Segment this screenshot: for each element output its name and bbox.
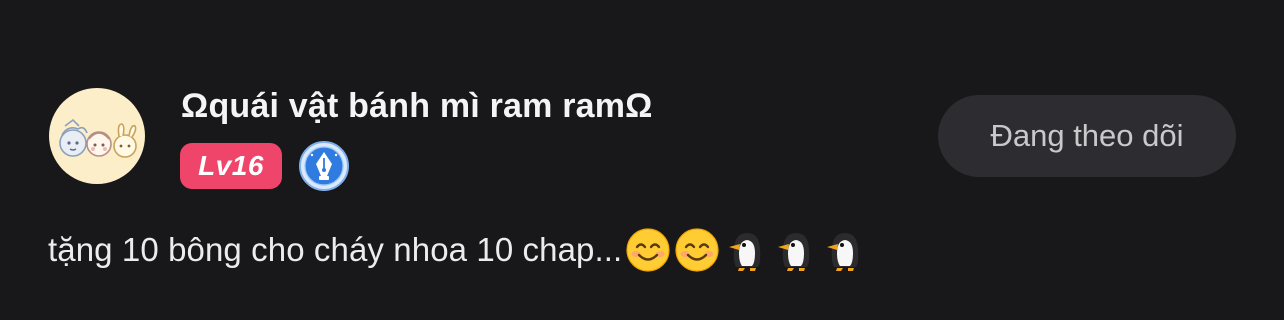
smiling-face-icon: [625, 227, 671, 273]
avatar-doodle-image: [59, 118, 137, 158]
comment-text: tặng 10 bông cho cháy nhoa 10 chap...: [48, 231, 623, 268]
pen-nib-badge-icon: [298, 140, 350, 192]
comment-body: tặng 10 bông cho cháy nhoa 10 chap...: [48, 222, 867, 278]
username[interactable]: Ωquái vật bánh mì ram ramΩ: [181, 84, 653, 128]
penguin-icon: [823, 227, 867, 273]
penguin-icon: [774, 227, 818, 273]
penguin-icon: [725, 227, 769, 273]
smiling-face-icon: [674, 227, 720, 273]
level-badge: Lv16: [180, 143, 282, 189]
following-button[interactable]: Đang theo dõi: [938, 95, 1236, 177]
user-avatar[interactable]: [49, 88, 145, 184]
